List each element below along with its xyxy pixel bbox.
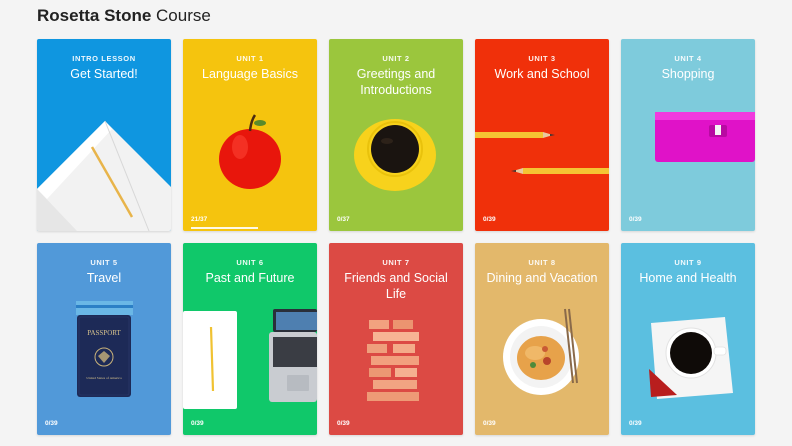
card-kicker: UNIT 2 (382, 54, 410, 63)
card-title: Work and School (494, 67, 590, 81)
card-kicker: UNIT 5 (90, 258, 118, 267)
progress-count: 0/39 (191, 420, 204, 427)
card-title: Home and Health (639, 271, 737, 285)
progress-count: 0/39 (483, 420, 496, 427)
progress-count: 0/39 (629, 216, 642, 223)
course-card-unit-5[interactable]: PASSPORT United States of America UNIT 5… (37, 243, 171, 435)
card-kicker: UNIT 6 (236, 258, 264, 267)
course-card-unit-9[interactable]: UNIT 9 Home and Health 0/39 (621, 243, 755, 435)
card-title: Get Started! (70, 67, 138, 81)
progress-count: 0/37 (337, 216, 350, 223)
course-card-unit-7[interactable]: UNIT 7 Friends and Social Life 0/39 (329, 243, 463, 435)
brand-name: Rosetta Stone (37, 6, 152, 25)
page-title: Course (156, 6, 211, 25)
card-kicker: INTRO LESSON (72, 54, 136, 63)
card-kicker: UNIT 9 (674, 258, 702, 267)
progress-count: 0/39 (483, 216, 496, 223)
card-title: Dining and Vacation (486, 271, 598, 285)
progress-count: 0/39 (45, 420, 58, 427)
course-card-unit-4[interactable]: UNIT 4 Shopping 0/39 (621, 39, 755, 231)
progress-count: 21/37 (191, 216, 208, 223)
card-title: Shopping (661, 67, 715, 81)
progress-count: 0/39 (629, 420, 642, 427)
passport-country: United States of America (86, 376, 122, 380)
progress-count: 0/39 (337, 420, 350, 427)
card-title: Friends and Social Life (344, 271, 448, 301)
course-card-unit-8[interactable]: UNIT 8 Dining and Vacation 0/39 (475, 243, 609, 435)
page-header: Rosetta Stone Course (37, 6, 211, 28)
passport-label: PASSPORT (87, 329, 121, 337)
course-card-unit-6[interactable]: UNIT 6 Past and Future 0/39 (183, 243, 317, 435)
course-card-unit-1[interactable]: UNIT 1 Language Basics 21/37 (183, 39, 317, 231)
card-kicker: UNIT 4 (674, 54, 702, 63)
card-title: Greetings and Introductions (356, 67, 436, 97)
course-card-intro[interactable]: INTRO LESSON Get Started! (37, 39, 171, 231)
course-card-unit-3[interactable]: UNIT 3 Work and School 0/39 (475, 39, 609, 231)
card-kicker: UNIT 3 (528, 54, 556, 63)
card-title: Travel (86, 271, 122, 285)
progress-bar (191, 227, 258, 229)
card-title: Past and Future (205, 271, 295, 285)
card-kicker: UNIT 7 (382, 258, 410, 267)
course-card-unit-2[interactable]: UNIT 2 Greetings and Introductions 0/37 (329, 39, 463, 231)
card-kicker: UNIT 1 (236, 54, 264, 63)
card-title: Language Basics (202, 67, 298, 81)
card-kicker: UNIT 8 (528, 258, 556, 267)
